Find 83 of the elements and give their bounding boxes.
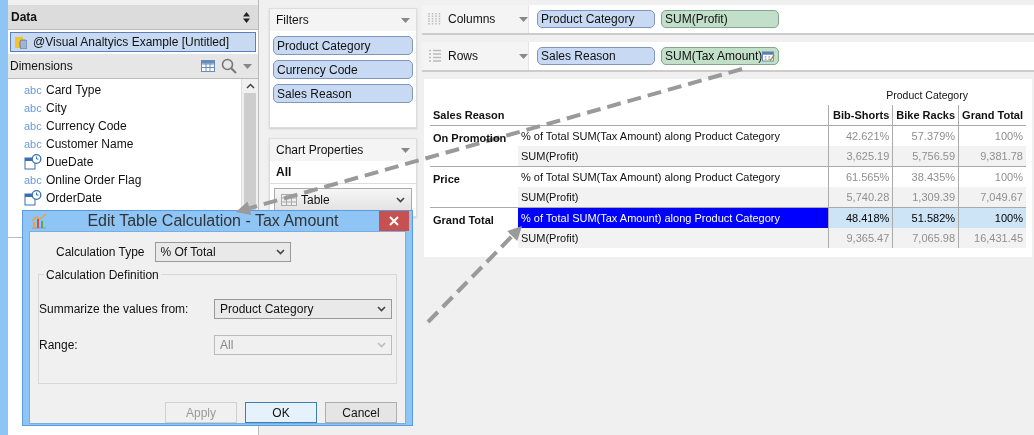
measure-cell[interactable]: % of Total SUM(Tax Amount) along Product Category [518, 207, 829, 228]
dimension-pill[interactable]: Product Category [537, 10, 655, 28]
calendar-clock-icon [24, 154, 42, 170]
caret-icon [401, 17, 410, 23]
measure-cell[interactable]: SUM(Profit) [518, 146, 829, 167]
measure-cell[interactable]: SUM(Profit) [518, 187, 829, 208]
caret-icon [401, 147, 410, 153]
field-label: Summarize the values from: [39, 302, 189, 316]
dropdown-field[interactable]: Product Category [214, 299, 392, 319]
chevron-icon [396, 197, 405, 203]
card-title: Chart Properties [276, 143, 364, 157]
chevron-icon [377, 342, 386, 348]
caret-icon [519, 53, 528, 59]
filter-pill[interactable]: Currency Code [273, 60, 413, 79]
chevron-icon [377, 306, 386, 312]
value-cell: 100% [958, 207, 1026, 228]
dimension-item[interactable]: DueDate [24, 153, 241, 171]
dropdown-caret-icon [243, 63, 252, 69]
dimension-item[interactable]: abc Online Order Flag [24, 171, 241, 189]
card-title: Filters [276, 13, 309, 27]
value-cell: 16,431.45 [958, 228, 1026, 248]
calculator-icon [762, 50, 775, 62]
row-group-label: Price [433, 173, 460, 185]
calendar-clock-icon [24, 190, 42, 206]
value-cell: 7,049.67 [958, 187, 1026, 208]
field-label: Range: [39, 338, 78, 352]
type-label: abc [24, 138, 42, 150]
chart-icon [31, 213, 47, 229]
search-icon[interactable] [221, 58, 237, 74]
measure-pill[interactable]: SUM(Profit) [661, 10, 779, 28]
dialog-button[interactable]: OK [245, 402, 317, 423]
type-label: abc [24, 84, 42, 96]
measure-cell[interactable]: SUM(Profit) [518, 228, 829, 248]
dimension-item[interactable]: abc Currency Code [24, 117, 241, 135]
chevron-icon [275, 249, 285, 255]
datasource-icon [15, 35, 27, 49]
dialog-button[interactable]: Cancel [325, 402, 397, 423]
type-label: abc [24, 102, 42, 114]
table-icon [281, 194, 297, 206]
value-cell: 9,365.47 [828, 228, 893, 248]
close-button[interactable] [379, 211, 409, 231]
scope-label: All [270, 161, 416, 184]
scroll-up-icon[interactable] [245, 83, 255, 89]
dimension-item[interactable]: abc Customer Name [24, 135, 241, 153]
value-cell: 3,625.19 [828, 146, 893, 167]
shelf-label: Rows [448, 49, 479, 63]
columns-icon [428, 12, 442, 26]
rows-icon [428, 49, 442, 63]
measure-pill[interactable]: SUM(Tax Amount) [661, 47, 779, 65]
type-label: abc [24, 174, 42, 186]
value-cell: 5,740.28 [828, 187, 893, 208]
dimension-item[interactable]: OrderDate [24, 189, 241, 207]
dialog-title: Edit Table Calculation - Tax Amount [86, 212, 340, 230]
field-label: Calculation Type [56, 245, 145, 259]
column-header: Bike Racks [896, 109, 956, 121]
value-cell: 51.582% [892, 207, 959, 228]
value-cell: 7,065.98 [892, 228, 959, 248]
close-icon [389, 216, 399, 226]
type-label: abc [24, 120, 42, 132]
calculation-type-dropdown[interactable]: % Of Total [154, 242, 291, 262]
row-header: Sales Reason [433, 109, 505, 121]
panel-title: Data [11, 10, 37, 24]
dimension-item[interactable]: abc City [24, 99, 241, 117]
value-cell: 48.418% [828, 207, 893, 228]
sort-icon[interactable] [243, 11, 250, 23]
value-cell: 5,756.59 [892, 146, 959, 167]
caret-icon [519, 16, 528, 22]
filter-pill[interactable]: Sales Reason [273, 84, 413, 103]
column-header: Grand Total [962, 109, 1023, 121]
dimension-pill[interactable]: Sales Reason [537, 47, 655, 65]
column-header: Bib-Shorts [833, 109, 890, 121]
filter-pill[interactable]: Product Category [273, 36, 413, 55]
value-cell: 9,381.78 [958, 146, 1026, 167]
grid-icon[interactable] [201, 60, 215, 72]
dimension-item[interactable]: abc Card Type [24, 81, 241, 99]
section-title: Dimensions [10, 59, 74, 73]
shelf-label: Columns [448, 12, 497, 26]
group-title: Calculation Definition [44, 268, 161, 282]
datasource-item[interactable]: @Visual Analtyics Example [Untitled] [10, 32, 256, 52]
row-group-label: Grand Total [433, 214, 494, 226]
row-group-label: On Promotion [433, 132, 507, 144]
column-group-header: Product Category [886, 89, 968, 101]
value-cell: 1,309.39 [892, 187, 959, 208]
